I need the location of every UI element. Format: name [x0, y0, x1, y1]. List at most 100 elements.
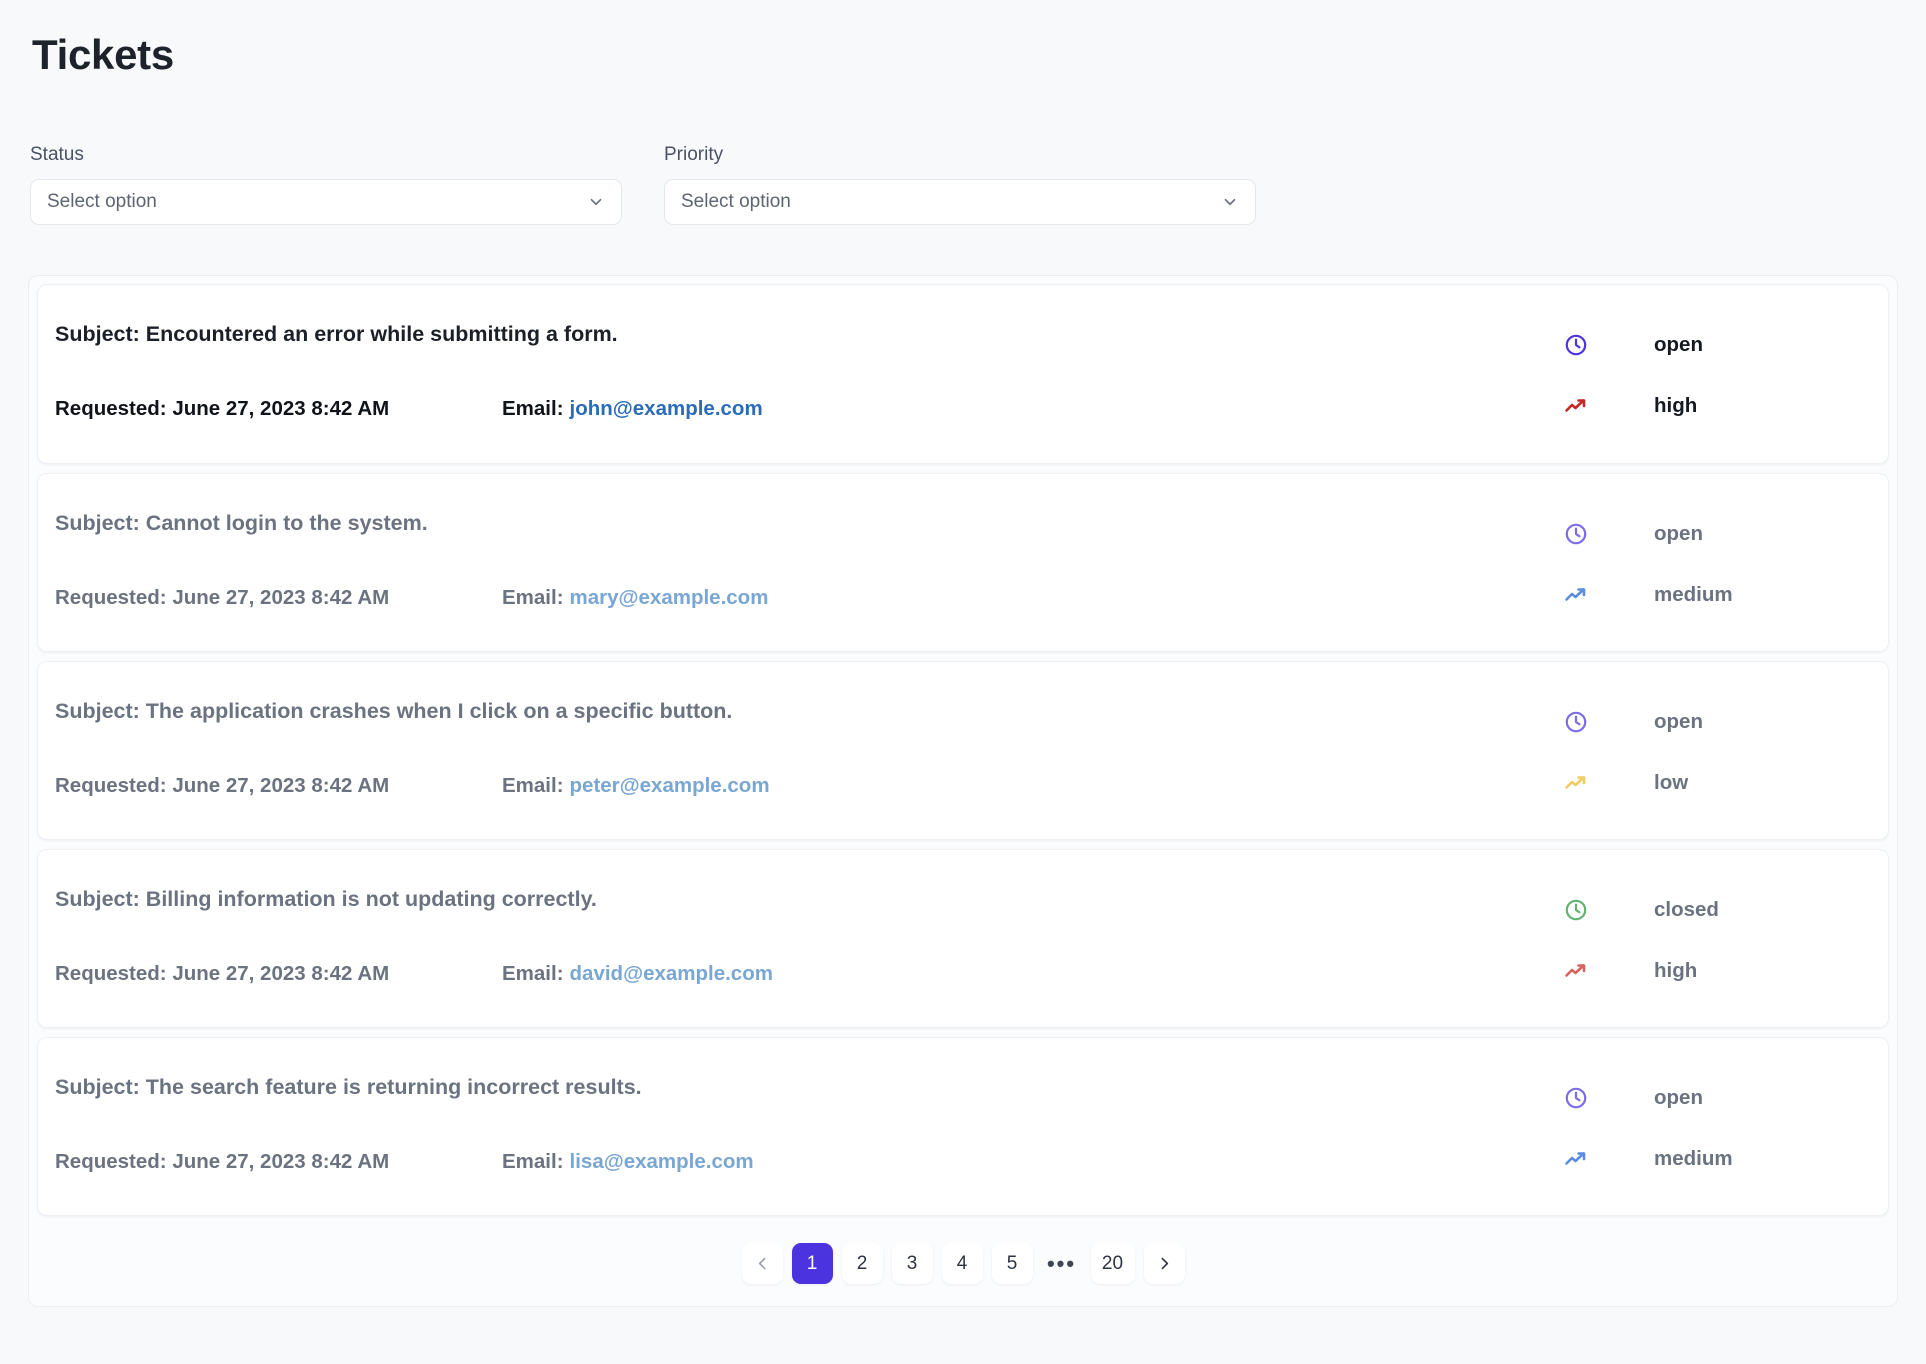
ticket-content: Subject: Encountered an error while subm…	[55, 315, 1560, 421]
ticket-content: Subject: Cannot login to the system. Req…	[55, 504, 1560, 610]
ticket-status-priority: open medium	[1560, 1068, 1860, 1189]
ticket-email-label: Email:	[502, 774, 564, 798]
ticket-status-row: open	[1560, 504, 1860, 564]
ticket-requested: Requested: June 27, 2023 8:42 AM	[55, 774, 390, 798]
ticket-email-group: Email: john@example.com	[502, 397, 763, 421]
page-title: Tickets	[32, 31, 174, 78]
trending-up-icon	[1560, 959, 1592, 983]
ticket-meta: Requested: June 27, 2023 8:42 AM Email: …	[55, 586, 1560, 610]
ticket-status-label: open	[1654, 710, 1703, 734]
ticket-subject: Subject: Cannot login to the system.	[55, 511, 428, 536]
ticket-priority-row: high	[1560, 941, 1860, 1001]
ticket-subject: Subject: The application crashes when I …	[55, 699, 733, 724]
ticket-content: Subject: The application crashes when I …	[55, 692, 1560, 798]
filters-row: Status Select option Priority Select opt…	[28, 144, 1898, 226]
pagination-page-4[interactable]: 4	[941, 1243, 983, 1285]
clock-icon	[1560, 522, 1592, 546]
status-label: Status	[30, 144, 84, 166]
ticket-email-label: Email:	[502, 962, 564, 986]
priority-select[interactable]: Select option	[664, 179, 1256, 226]
ticket-priority-row: low	[1560, 753, 1860, 813]
pagination-page-3[interactable]: 3	[891, 1243, 933, 1285]
ticket-status-label: closed	[1654, 898, 1719, 922]
ticket-requested: Requested: June 27, 2023 8:42 AM	[55, 397, 390, 421]
ticket-status-priority: closed high	[1560, 880, 1860, 1001]
ticket-email-link[interactable]: john@example.com	[570, 397, 763, 421]
ticket-meta: Requested: June 27, 2023 8:42 AM Email: …	[55, 397, 1560, 421]
ticket-email-group: Email: mary@example.com	[502, 586, 768, 610]
pagination: 1 2 3 4 5 ••• 20	[29, 1243, 1897, 1285]
ticket-priority-label: high	[1654, 394, 1698, 418]
filter-status: Status Select option	[30, 144, 622, 226]
ticket-priority-row: medium	[1560, 565, 1860, 625]
ticket-email-link[interactable]: lisa@example.com	[570, 1150, 754, 1174]
ticket-priority-label: medium	[1654, 1147, 1733, 1171]
trending-up-icon	[1560, 1147, 1592, 1171]
chevron-down-icon	[587, 193, 605, 211]
pagination-next-button[interactable]	[1143, 1243, 1185, 1285]
ticket-status-label: open	[1654, 522, 1703, 546]
status-select-value: Select option	[47, 191, 157, 213]
chevron-down-icon	[1221, 193, 1239, 211]
ticket-status-priority: open high	[1560, 315, 1860, 436]
ticket-meta: Requested: June 27, 2023 8:42 AM Email: …	[55, 962, 1560, 986]
ticket-email-label: Email:	[502, 1150, 564, 1174]
chevron-right-icon	[1156, 1255, 1173, 1272]
filter-priority: Priority Select option	[664, 144, 1256, 226]
clock-icon	[1560, 898, 1592, 922]
priority-label: Priority	[664, 144, 724, 166]
chevron-left-icon	[754, 1255, 771, 1272]
trending-up-icon	[1560, 394, 1592, 418]
ticket-status-label: open	[1654, 333, 1703, 357]
pagination-page-1[interactable]: 1	[791, 1243, 833, 1285]
ticket-priority-row: high	[1560, 376, 1860, 436]
ticket-content: Subject: The search feature is returning…	[55, 1068, 1560, 1174]
status-select[interactable]: Select option	[30, 179, 622, 226]
pagination-ellipsis: •••	[1046, 1250, 1077, 1276]
ticket-status-priority: open low	[1560, 692, 1860, 813]
ticket-status-row: open	[1560, 1068, 1860, 1128]
tickets-page: Tickets Status Select option Priority Se…	[0, 0, 1926, 1308]
ticket-requested: Requested: June 27, 2023 8:42 AM	[55, 586, 390, 610]
ticket-email-link[interactable]: mary@example.com	[570, 586, 769, 610]
ticket-priority-label: low	[1654, 771, 1689, 795]
pagination-page-last[interactable]: 20	[1090, 1243, 1135, 1285]
ticket-subject: Subject: Billing information is not upda…	[55, 887, 597, 912]
ticket-priority-label: high	[1654, 959, 1698, 983]
ticket-card[interactable]: Subject: Encountered an error while subm…	[37, 284, 1889, 465]
ticket-subject: Subject: The search feature is returning…	[55, 1075, 642, 1100]
ticket-priority-row: medium	[1560, 1129, 1860, 1189]
ticket-subject: Subject: Encountered an error while subm…	[55, 322, 618, 347]
priority-select-value: Select option	[681, 191, 791, 213]
ticket-email-link[interactable]: peter@example.com	[570, 774, 770, 798]
pagination-page-5[interactable]: 5	[991, 1243, 1033, 1285]
trending-up-icon	[1560, 771, 1592, 795]
ticket-card[interactable]: Subject: The application crashes when I …	[37, 661, 1889, 841]
ticket-status-row: open	[1560, 315, 1860, 375]
ticket-status-priority: open medium	[1560, 504, 1860, 625]
ticket-email-group: Email: peter@example.com	[502, 774, 770, 798]
ticket-email-group: Email: lisa@example.com	[502, 1150, 754, 1174]
tickets-panel: Subject: Encountered an error while subm…	[28, 275, 1898, 1308]
ticket-requested: Requested: June 27, 2023 8:42 AM	[55, 962, 390, 986]
ticket-content: Subject: Billing information is not upda…	[55, 880, 1560, 986]
ticket-status-label: open	[1654, 1086, 1703, 1110]
pagination-prev-button[interactable]	[741, 1243, 783, 1285]
ticket-meta: Requested: June 27, 2023 8:42 AM Email: …	[55, 1150, 1560, 1174]
ticket-status-row: open	[1560, 692, 1860, 752]
ticket-card[interactable]: Subject: The search feature is returning…	[37, 1037, 1889, 1217]
clock-icon	[1560, 1086, 1592, 1110]
ticket-status-row: closed	[1560, 880, 1860, 940]
trending-up-icon	[1560, 583, 1592, 607]
ticket-card[interactable]: Subject: Billing information is not upda…	[37, 849, 1889, 1029]
ticket-requested: Requested: June 27, 2023 8:42 AM	[55, 1150, 390, 1174]
ticket-card[interactable]: Subject: Cannot login to the system. Req…	[37, 473, 1889, 653]
ticket-meta: Requested: June 27, 2023 8:42 AM Email: …	[55, 774, 1560, 798]
pagination-page-2[interactable]: 2	[841, 1243, 883, 1285]
clock-icon	[1560, 333, 1592, 357]
ticket-email-link[interactable]: david@example.com	[570, 962, 773, 986]
ticket-email-label: Email:	[502, 586, 564, 610]
clock-icon	[1560, 710, 1592, 734]
ticket-email-group: Email: david@example.com	[502, 962, 773, 986]
ticket-priority-label: medium	[1654, 583, 1733, 607]
